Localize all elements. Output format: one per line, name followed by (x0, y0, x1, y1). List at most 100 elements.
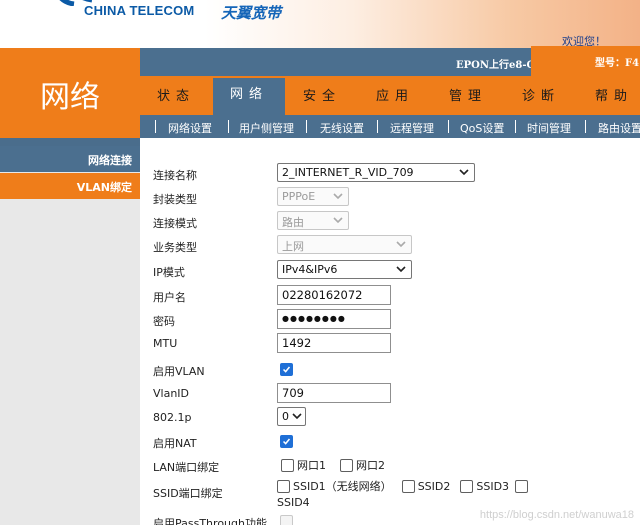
checkbox[interactable] (340, 458, 353, 472)
select-value: PPPoE (282, 190, 316, 203)
model-label: 型号：F4 (595, 58, 640, 69)
passthrough-checkbox[interactable] (280, 515, 293, 525)
vlan-id-label: VlanID (153, 387, 190, 400)
enable-vlan-checkbox[interactable] (280, 363, 293, 379)
select-value: IPv4&IPv6 (282, 263, 338, 276)
subnav-separator (155, 120, 156, 133)
enable-nat-label: 启用NAT (153, 437, 197, 450)
select-value: 路由 (282, 216, 304, 229)
chevron-down-icon (396, 266, 406, 273)
brand-name-cn: 天翼宽带 (221, 4, 282, 22)
section-title: 网络 (40, 80, 100, 115)
ip-mode-label: IP模式 (153, 266, 185, 279)
side-item-label: 网络连接 (88, 154, 132, 167)
connection-form: 连接名称 2_INTERNET_R_VID_709 封装类型 PPPoE 连接模… (140, 146, 640, 525)
checkbox[interactable] (280, 515, 293, 525)
ssid1-option[interactable]: SSID1（无线网络） (277, 480, 392, 493)
tab-security[interactable]: 安全 (286, 80, 358, 115)
chevron-down-icon (396, 241, 406, 248)
ssid3-option[interactable]: SSID3 (460, 480, 509, 493)
checkmark-icon (280, 363, 293, 376)
form-row: 连接模式 路由 (153, 211, 633, 233)
option-label: SSID1（无线网络） (293, 480, 392, 493)
lan-port-1-option[interactable]: 网口1 (281, 457, 326, 473)
side-menu (0, 146, 140, 525)
form-row: 连接名称 2_INTERNET_R_VID_709 (153, 163, 633, 185)
option-label: SSID3 (476, 480, 510, 493)
connection-mode-select[interactable]: 路由 (277, 211, 349, 230)
p8021-select[interactable]: 0 (277, 407, 306, 426)
subnav-route-settings[interactable]: 路由设置 (598, 120, 640, 136)
subnav-separator (448, 120, 449, 133)
form-row: 封装类型 PPPoE (153, 187, 633, 209)
enable-nat-checkbox[interactable] (280, 435, 293, 451)
watermark: https://blog.csdn.net/wanuwa18 (479, 509, 634, 521)
chevron-down-icon (292, 413, 302, 420)
form-row: 启用VLAN (153, 359, 633, 381)
checkbox[interactable] (460, 480, 474, 493)
service-type-label: 业务类型 (153, 241, 197, 254)
connection-name-select[interactable]: 2_INTERNET_R_VID_709 (277, 163, 475, 182)
form-row: MTU 1492 (153, 333, 633, 355)
chevron-down-icon (333, 193, 343, 200)
page-header: CHINA TELECOM 天翼宽带 欢迎您！ (0, 0, 640, 48)
tab-diagnosis[interactable]: 诊断 (505, 80, 577, 115)
option-label: 网口1 (297, 459, 326, 472)
subnav-lan-management[interactable]: 用户侧管理 (239, 120, 294, 136)
side-item-vlan-binding[interactable]: VLAN绑定 (0, 173, 140, 199)
lan-binding-label: LAN端口绑定 (153, 461, 220, 474)
select-value: 上网 (282, 240, 304, 253)
checkbox[interactable] (401, 480, 415, 493)
tab-help[interactable]: 帮助 (578, 80, 640, 115)
lan-binding-options: 网口1 网口2 (281, 457, 399, 473)
username-input[interactable]: 02280162072 (277, 285, 391, 305)
subnav-separator (585, 120, 586, 133)
subnav-remote-management[interactable]: 远程管理 (390, 120, 434, 136)
checkbox[interactable] (281, 458, 294, 472)
form-row: 启用NAT (153, 431, 633, 453)
subnav-bottom-gap (140, 138, 640, 146)
tab-application[interactable]: 应用 (359, 80, 431, 115)
ssid2-option[interactable]: SSID2 (401, 480, 450, 493)
checkbox[interactable] (515, 480, 529, 493)
left-divider (0, 138, 140, 146)
sub-nav: 网络设置 用户侧管理 无线设置 远程管理 QoS设置 时间管理 路由设置 (140, 115, 640, 138)
brand-name-en: CHINA TELECOM (84, 3, 195, 18)
encapsulation-label: 封装类型 (153, 193, 197, 206)
ssid4-label: SSID4 (277, 496, 310, 509)
subnav-qos-settings[interactable]: QoS设置 (460, 120, 504, 136)
subnav-separator (228, 120, 229, 133)
chevron-down-icon (333, 217, 343, 224)
form-row: 用户名 02280162072 (153, 285, 633, 307)
service-type-select[interactable]: 上网 (277, 235, 412, 254)
subnav-time-management[interactable]: 时间管理 (527, 120, 571, 136)
ssid4-option[interactable] (515, 480, 529, 493)
enable-vlan-label: 启用VLAN (153, 365, 205, 378)
tab-network[interactable]: 网络 (213, 78, 285, 115)
select-value: 0 (282, 410, 289, 423)
connection-name-label: 连接名称 (153, 169, 197, 182)
select-value: 2_INTERNET_R_VID_709 (282, 166, 414, 179)
subnav-network-settings[interactable]: 网络设置 (168, 120, 212, 136)
vlan-id-input[interactable]: 709 (277, 383, 391, 403)
form-row: VlanID 709 (153, 383, 633, 405)
tab-status[interactable]: 状态 (140, 80, 212, 115)
side-item-network-connection[interactable]: 网络连接 (0, 146, 140, 172)
chevron-down-icon (459, 169, 469, 176)
main-tabs: 状态 网络 安全 应用 管理 诊断 帮助 (140, 76, 640, 115)
tab-management[interactable]: 管理 (432, 80, 504, 115)
subnav-wireless-settings[interactable]: 无线设置 (320, 120, 364, 136)
p8021-label: 802.1p (153, 411, 192, 424)
ssid-binding-options: SSID1（无线网络） SSID2 SSID3 SSID4 (277, 480, 547, 509)
device-name: EPON上行e8-C (456, 60, 535, 71)
lan-port-2-option[interactable]: 网口2 (340, 457, 385, 473)
password-input[interactable]: ●●●●●●●● (277, 309, 391, 329)
form-row: 802.1p 0 (153, 407, 633, 429)
mtu-input[interactable]: 1492 (277, 333, 391, 353)
ip-mode-select[interactable]: IPv4&IPv6 (277, 260, 412, 279)
encapsulation-select[interactable]: PPPoE (277, 187, 349, 206)
model-box: 型号：F4 (531, 46, 640, 76)
username-label: 用户名 (153, 291, 186, 304)
checkbox[interactable] (277, 480, 290, 493)
password-label: 密码 (153, 315, 175, 328)
